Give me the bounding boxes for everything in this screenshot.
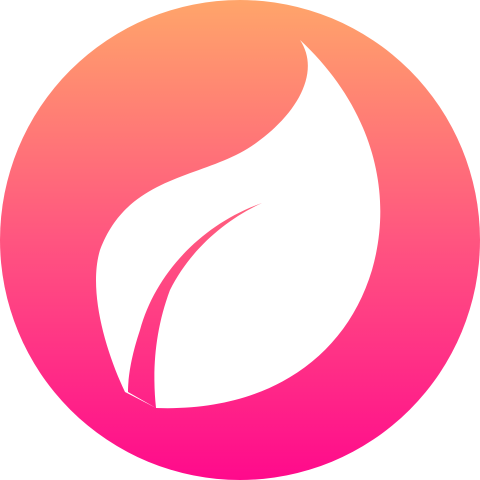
app-logo [0, 0, 480, 480]
app-icon-canvas [0, 0, 480, 480]
